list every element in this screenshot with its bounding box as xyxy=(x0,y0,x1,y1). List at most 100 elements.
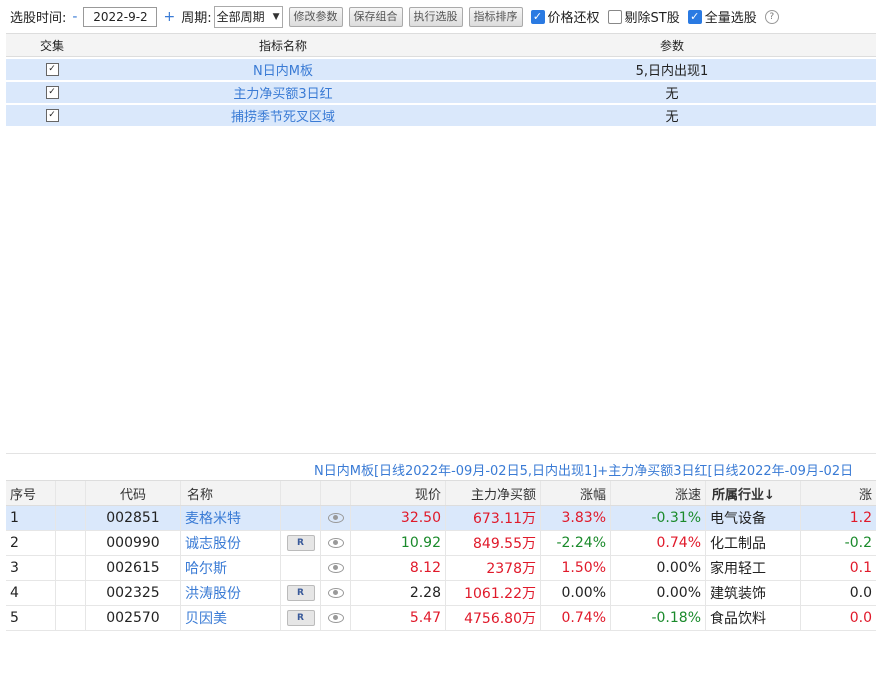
header-no[interactable]: 序号 xyxy=(6,481,56,505)
indicator-name: N日内M板 xyxy=(253,64,313,79)
price-restore-label: 价格还权 xyxy=(547,11,600,26)
row-r-cell xyxy=(281,556,321,580)
row-eye-cell xyxy=(321,556,351,580)
row-code: 002570 xyxy=(86,606,181,630)
row-no: 2 xyxy=(6,531,56,555)
row-industry: 食品饮料 xyxy=(706,606,801,630)
indicator-checkbox[interactable]: ✓ xyxy=(45,109,59,122)
row-code: 000990 xyxy=(86,531,181,555)
eye-icon[interactable] xyxy=(327,563,344,573)
table-row[interactable]: 2 000990 诚志股份 R 10.92 849.55万 -2.24% 0.74% 化工制品 -… xyxy=(6,531,876,556)
price-restore-checkbox[interactable]: ✓ xyxy=(530,9,545,24)
row-change: 3.83% xyxy=(541,506,611,530)
period-label: 周期: xyxy=(181,11,212,26)
row-eye-cell xyxy=(321,506,351,530)
indicator-checkbox[interactable]: ✓ xyxy=(45,86,59,99)
eye-icon[interactable] xyxy=(327,588,344,598)
indicator-name: 捕捞季节死叉区域 xyxy=(230,110,335,125)
indicator-table: 交集 指标名称 参数 ✓ N日内M板 5,日内出现1 ✓ 主力净买额3日红 无 … xyxy=(6,33,876,454)
row-industry: 电气设备 xyxy=(706,506,801,530)
row-code: 002851 xyxy=(86,506,181,530)
eye-icon[interactable] xyxy=(327,513,344,523)
table-row[interactable]: 4 002325 洪涛股份 R 2.28 1061.22万 0.00% 0.00% 建筑装饰 0.… xyxy=(6,581,876,606)
table-row[interactable]: 3 002615 哈尔斯 8.12 2378万 1.50% 0.00% 家用轻工 0.1 xyxy=(6,556,876,581)
edit-params-button[interactable]: 修改参数 xyxy=(288,6,343,27)
date-input[interactable]: 2022-9-2 xyxy=(83,6,158,27)
indicator-param: 无 xyxy=(665,87,679,102)
row-name[interactable]: 贝因美 xyxy=(181,606,281,630)
header-net-buy[interactable]: 主力净买额 xyxy=(446,481,541,505)
row-more: 0.0 xyxy=(849,585,872,601)
header-speed[interactable]: 涨速 xyxy=(611,481,706,505)
row-r-cell: R xyxy=(281,581,321,605)
date-plus-button[interactable]: + xyxy=(163,9,175,25)
row-price: 32.50 xyxy=(351,506,446,530)
header-blank xyxy=(56,481,86,505)
sort-indicators-button[interactable]: 指标排序 xyxy=(468,6,523,27)
row-eye-cell xyxy=(321,581,351,605)
indicator-row[interactable]: ✓ 捕捞季节死叉区域 无 xyxy=(6,105,876,126)
row-price: 5.47 xyxy=(351,606,446,630)
indicator-checkbox[interactable]: ✓ xyxy=(45,63,59,76)
full-selection-checkbox[interactable]: ✓ xyxy=(687,9,702,24)
r-badge-icon[interactable]: R xyxy=(286,610,315,626)
period-select[interactable]: 全部周期 ▼ xyxy=(213,5,283,28)
indicator-name: 主力净买额3日红 xyxy=(233,87,333,102)
header-price[interactable]: 现价 xyxy=(351,481,446,505)
row-no: 1 xyxy=(6,506,56,530)
row-name[interactable]: 洪涛股份 xyxy=(181,581,281,605)
header-code[interactable]: 代码 xyxy=(86,481,181,505)
row-name[interactable]: 哈尔斯 xyxy=(181,556,281,580)
row-no: 3 xyxy=(6,556,56,580)
header-name[interactable]: 名称 xyxy=(181,481,281,505)
period-value: 全部周期 xyxy=(216,10,265,24)
row-no: 5 xyxy=(6,606,56,630)
row-change: -2.24% xyxy=(541,531,611,555)
row-more: 0.1 xyxy=(849,560,872,576)
help-icon[interactable]: ? xyxy=(764,9,779,24)
header-more[interactable]: 涨 xyxy=(801,481,876,505)
row-eye-cell xyxy=(321,531,351,555)
indicator-param: 无 xyxy=(665,110,679,125)
indicator-row[interactable]: ✓ 主力净买额3日红 无 xyxy=(6,82,876,103)
indicator-header: 交集 指标名称 参数 xyxy=(6,34,876,57)
header-r xyxy=(281,481,321,505)
row-blank xyxy=(56,556,86,580)
run-selection-button[interactable]: 执行选股 xyxy=(408,6,463,27)
row-industry: 建筑装饰 xyxy=(706,581,801,605)
date-label: 选股时间: xyxy=(10,11,67,26)
r-badge-icon[interactable]: R xyxy=(286,535,315,551)
table-row[interactable]: 1 002851 麦格米特 32.50 673.11万 3.83% -0.31% 电气设备 1.… xyxy=(6,506,876,531)
row-price: 2.28 xyxy=(351,581,446,605)
chevron-down-icon: ▼ xyxy=(272,11,280,22)
row-more: 1.2 xyxy=(849,510,872,526)
row-name[interactable]: 麦格米特 xyxy=(181,506,281,530)
row-eye-cell xyxy=(321,606,351,630)
r-badge-icon[interactable]: R xyxy=(286,585,315,601)
date-minus-button[interactable]: - xyxy=(72,9,77,25)
full-selection-label: 全量选股 xyxy=(704,11,757,26)
header-params: 参数 xyxy=(659,38,684,53)
row-net-buy: 2378万 xyxy=(446,556,541,580)
row-change: 1.50% xyxy=(541,556,611,580)
eye-icon[interactable] xyxy=(327,613,344,623)
toolbar: 选股时间: - 2022-9-2 + 周期: 全部周期 ▼ 修改参数 保存组合 … xyxy=(0,0,876,33)
save-combo-button[interactable]: 保存组合 xyxy=(348,6,403,27)
header-change[interactable]: 涨幅 xyxy=(541,481,611,505)
row-more: -0.2 xyxy=(844,535,872,551)
indicator-param: 5,日内出现1 xyxy=(635,64,709,79)
header-industry[interactable]: 所属行业↓ xyxy=(706,481,801,505)
row-change: 0.00% xyxy=(541,581,611,605)
exclude-st-checkbox[interactable] xyxy=(607,9,622,24)
indicator-row[interactable]: ✓ N日内M板 5,日内出现1 xyxy=(6,59,876,80)
row-speed: 0.00% xyxy=(611,556,706,580)
row-r-cell: R xyxy=(281,531,321,555)
table-row[interactable]: 5 002570 贝因美 R 5.47 4756.80万 0.74% -0.18% 食品饮料 0.… xyxy=(6,606,876,631)
row-change: 0.74% xyxy=(541,606,611,630)
eye-icon[interactable] xyxy=(327,538,344,548)
row-speed: 0.00% xyxy=(611,581,706,605)
row-price: 10.92 xyxy=(351,531,446,555)
row-industry: 家用轻工 xyxy=(706,556,801,580)
row-no: 4 xyxy=(6,581,56,605)
row-name[interactable]: 诚志股份 xyxy=(181,531,281,555)
